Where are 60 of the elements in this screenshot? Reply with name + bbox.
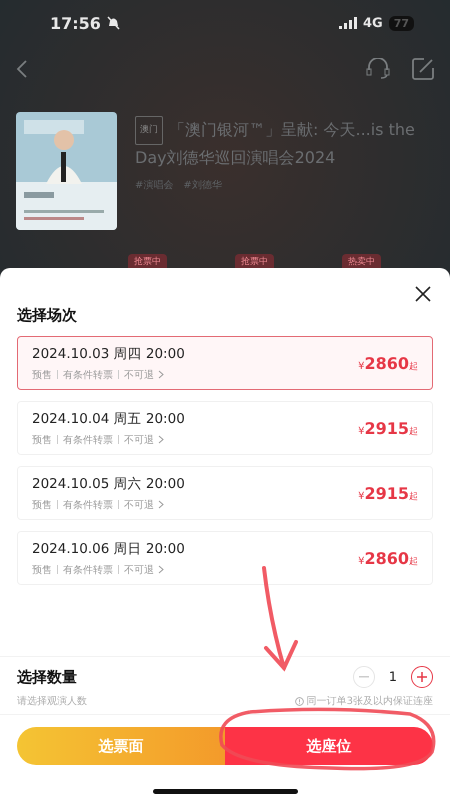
session-card[interactable]: 2024.10.06 周日 20:00 预售 有条件转票 不可退 ¥2860起: [17, 531, 433, 585]
session-note: 预售: [32, 564, 52, 576]
session-note: 不可退: [124, 498, 154, 512]
currency-sign: ¥: [358, 490, 364, 502]
close-icon[interactable]: [415, 286, 431, 302]
back-icon[interactable]: [16, 60, 28, 78]
chevron-right-icon: [158, 370, 164, 379]
event-title: 澳门 「澳门银河™」呈献: 今天...is the Day刘德华巡回演唱会2024: [135, 116, 434, 170]
session-date: 2024.10.06 周日 20:00: [32, 540, 185, 558]
currency-sign: ¥: [358, 360, 364, 372]
bell-off-icon: [106, 16, 120, 30]
session-price: 2915: [364, 418, 409, 438]
headset-icon[interactable]: [366, 58, 390, 80]
session-note: 有条件转票: [63, 564, 113, 576]
share-icon[interactable]: [412, 58, 434, 80]
chevron-right-icon: [158, 500, 164, 509]
session-price: 2860: [364, 354, 409, 372]
plus-icon: [417, 672, 427, 682]
session-date: 2024.10.03 周四 20:00: [32, 344, 185, 362]
session-note: 有条件转票: [63, 368, 113, 382]
session-note: 有条件转票: [63, 434, 113, 446]
status-time: 17:56: [50, 14, 101, 32]
price-suffix: 起: [409, 426, 418, 438]
increase-button[interactable]: [411, 666, 433, 688]
signal-icon: [338, 17, 357, 29]
sheet-title: 选择场次: [17, 306, 77, 325]
price-suffix: 起: [409, 556, 418, 568]
session-card[interactable]: 2024.10.04 周五 20:00 预售 有条件转票 不可退 ¥2915起: [17, 401, 433, 455]
session-note: 预售: [32, 434, 52, 446]
session-price: 2915: [364, 484, 409, 502]
status-badge: 热卖中: [342, 254, 381, 268]
chevron-right-icon: [158, 435, 164, 444]
seating-hint: 同一订单3张及以内保证连座: [306, 694, 433, 708]
session-note: 不可退: [124, 368, 154, 382]
session-note: 不可退: [124, 434, 154, 446]
session-note: 预售: [32, 498, 52, 512]
session-card[interactable]: 2024.10.05 周六 20:00 预售 有条件转票 不可退 ¥2915起: [17, 466, 433, 520]
currency-sign: ¥: [358, 426, 364, 436]
quantity-value: 1: [388, 670, 397, 684]
session-date: 2024.10.04 周五 20:00: [32, 410, 185, 428]
status-badge: 抢票中: [235, 254, 274, 268]
currency-sign: ¥: [358, 556, 364, 566]
session-note: 有条件转票: [63, 498, 113, 512]
price-suffix: 起: [409, 360, 418, 372]
choose-seat-button[interactable]: 选座位: [225, 727, 433, 765]
chevron-right-icon: [158, 565, 164, 574]
battery-level: 77: [388, 16, 414, 30]
network-label: 4G: [362, 16, 383, 30]
region-tag: 澳门: [135, 116, 163, 145]
minus-icon: [358, 676, 369, 678]
session-note: 预售: [32, 368, 52, 382]
session-price: 2860: [364, 548, 409, 568]
session-card[interactable]: 2024.10.03 周四 20:00 预售 有条件转票 不可退 ¥2860起: [17, 336, 433, 390]
quantity-subtitle: 请选择观演人数: [17, 694, 87, 708]
session-note: 不可退: [124, 564, 154, 576]
session-date: 2024.10.05 周六 20:00: [32, 474, 185, 492]
price-suffix: 起: [409, 490, 418, 502]
status-badge: 抢票中: [128, 254, 167, 268]
info-icon: [294, 696, 304, 706]
quantity-title: 选择数量: [17, 668, 77, 686]
